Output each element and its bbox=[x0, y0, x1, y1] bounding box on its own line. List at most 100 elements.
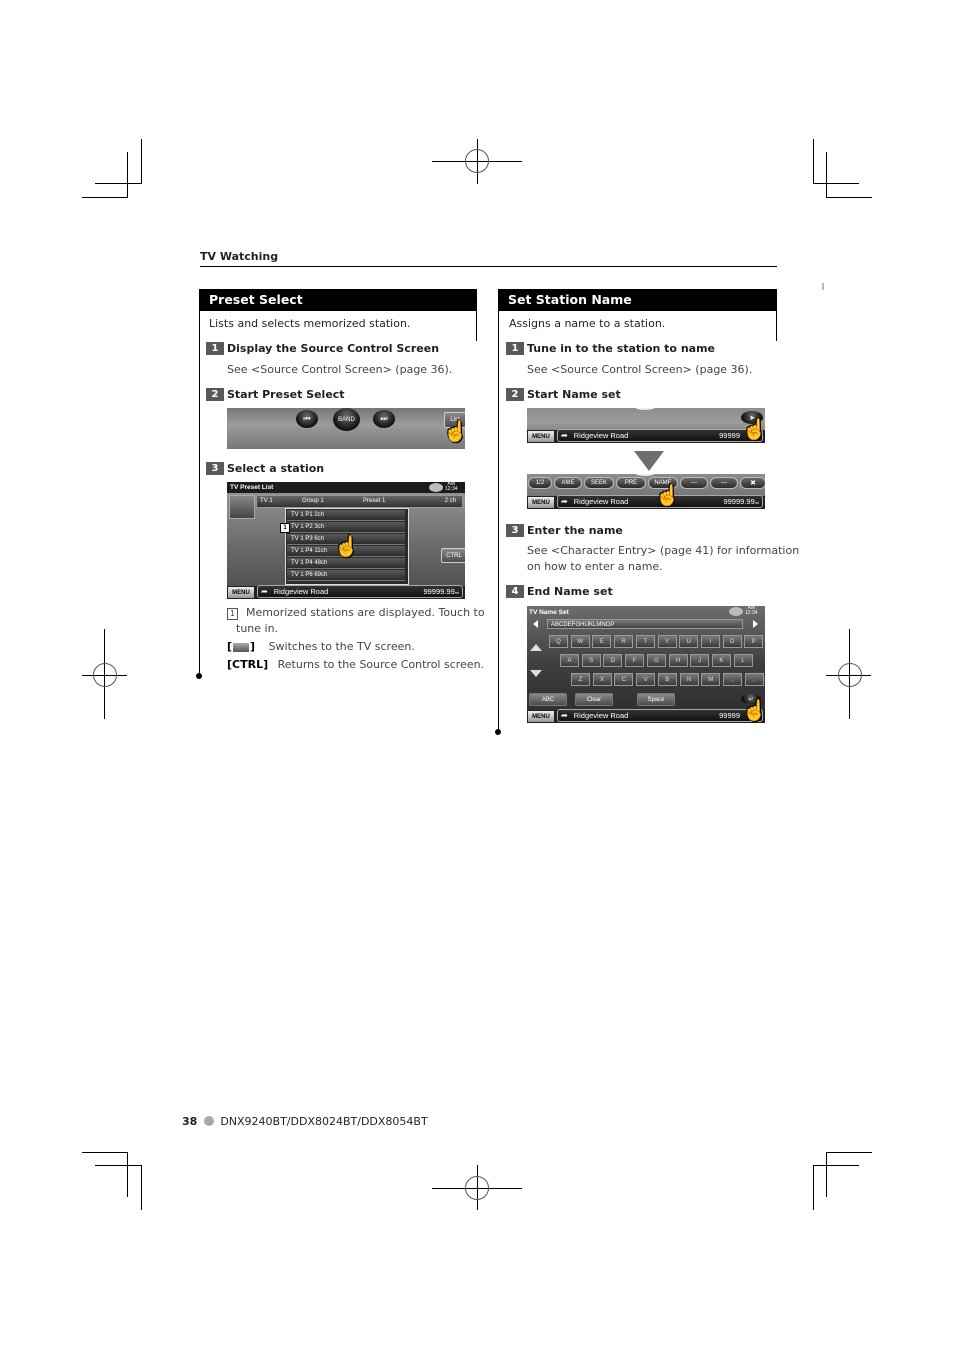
step-1-desc: See <Source Control Screen> (page 36). bbox=[227, 363, 453, 376]
step-number: 4 bbox=[506, 585, 524, 598]
key-h[interactable]: H bbox=[668, 654, 688, 667]
name-input[interactable]: ABCDEFGHIJKLMNOP bbox=[547, 619, 743, 629]
status-icon bbox=[429, 483, 443, 492]
step-number: 2 bbox=[506, 388, 524, 401]
info-bar: TV 1 Group 1 Preset 1 2 ch bbox=[256, 495, 463, 508]
blank-button[interactable]: — bbox=[680, 477, 708, 489]
key-p[interactable]: P bbox=[744, 635, 764, 648]
page-toggle-button[interactable]: 1/2 bbox=[528, 477, 552, 489]
nav-road-bar: ➦ Ridgeview Road 99999 bbox=[557, 429, 763, 442]
key-u[interactable]: U bbox=[679, 635, 699, 648]
touch-hand-icon: ☝ bbox=[655, 485, 680, 507]
key-e[interactable]: E bbox=[592, 635, 612, 648]
distance: 99999.99 bbox=[423, 587, 455, 596]
seek-button[interactable]: SEEK bbox=[584, 477, 614, 489]
step-4: 4 End Name set bbox=[506, 585, 613, 598]
ctrl-button[interactable]: CTRL bbox=[441, 548, 465, 563]
column-end-dot bbox=[495, 729, 501, 735]
note-tv-screen: [] Switches to the TV screen. bbox=[227, 640, 415, 653]
key-q[interactable]: Q bbox=[549, 635, 568, 648]
cursor-right-icon[interactable] bbox=[753, 620, 758, 628]
preset-item[interactable]: TV 1 P6 69ch bbox=[287, 570, 405, 581]
turn-arrow-icon: ➦ bbox=[261, 587, 268, 596]
preset-item[interactable]: TV 1 P2 3ch bbox=[287, 522, 405, 533]
preset-list-screenshot: TV Preset List AM 12:34 TV 1 Group 1 Pre… bbox=[227, 482, 465, 599]
touch-hand-icon: ☝ bbox=[443, 421, 465, 443]
name-set-screenshot: TV Name Set AM 12:34 ABCDEFGHIJKLMNOP QW… bbox=[527, 606, 765, 723]
screen-title: TV Name Set bbox=[529, 609, 569, 616]
blank-button[interactable]: — bbox=[710, 477, 738, 489]
footer: 38 DNX9240BT/DDX8024BT/DDX8054BT bbox=[182, 1115, 428, 1128]
key-n[interactable]: N bbox=[679, 673, 699, 686]
tv-screen-button[interactable] bbox=[229, 495, 255, 519]
key-j[interactable]: J bbox=[690, 654, 710, 667]
note-ctrl: [CTRL] Returns to the Source Control scr… bbox=[227, 658, 485, 671]
key-t[interactable]: T bbox=[635, 635, 655, 648]
band-button[interactable]: BAND bbox=[333, 408, 360, 431]
key-y[interactable]: Y bbox=[657, 635, 677, 648]
key-z[interactable]: Z bbox=[571, 673, 590, 686]
key-k[interactable]: K bbox=[711, 654, 731, 667]
bullet-icon bbox=[203, 1116, 214, 1126]
key-d[interactable]: D bbox=[603, 654, 623, 667]
step-3: 3 Select a station bbox=[206, 462, 324, 475]
cursor-left-icon[interactable] bbox=[533, 620, 538, 628]
key-c[interactable]: C bbox=[614, 673, 634, 686]
down-arrow-icon bbox=[634, 451, 664, 471]
key-g[interactable]: G bbox=[646, 654, 666, 667]
note-callout-1-cont: tune in. bbox=[236, 622, 279, 635]
step-number: 1 bbox=[206, 342, 224, 355]
menu-button[interactable]: MENU bbox=[528, 431, 554, 442]
key-s[interactable]: S bbox=[581, 654, 601, 667]
key-comma[interactable]: , bbox=[722, 673, 742, 686]
touch-hand-icon: ☝ bbox=[742, 700, 765, 722]
column-end-dot bbox=[196, 673, 202, 679]
key-period[interactable]: . bbox=[744, 673, 764, 686]
column-rule-right bbox=[498, 289, 499, 732]
menu-button[interactable]: MENU bbox=[528, 497, 554, 508]
key-x[interactable]: X bbox=[592, 673, 612, 686]
skip-back-icon[interactable]: ⏮ bbox=[296, 410, 318, 428]
key-l[interactable]: L bbox=[733, 654, 753, 667]
step-title: Display the Source Control Screen bbox=[227, 342, 440, 355]
set-station-name-heading: Set Station Name bbox=[499, 289, 777, 311]
menu-button[interactable]: MENU bbox=[228, 587, 254, 598]
clock: AM 12:34 bbox=[745, 606, 758, 616]
step-3-desc-cont: on how to enter a name. bbox=[527, 560, 663, 573]
skip-forward-icon[interactable]: ⏭ bbox=[373, 410, 395, 428]
step-title: Start Preset Select bbox=[227, 388, 345, 401]
scroll-up-icon[interactable] bbox=[530, 644, 542, 651]
key-r[interactable]: R bbox=[614, 635, 634, 648]
pre-button[interactable]: PRE bbox=[616, 477, 646, 489]
step-number: 2 bbox=[206, 388, 224, 401]
step-title: Start Name set bbox=[527, 388, 621, 401]
close-icon[interactable]: ✖ bbox=[740, 477, 765, 489]
ame-button[interactable]: AME bbox=[554, 477, 582, 489]
key-i[interactable]: I bbox=[700, 635, 720, 648]
key-b[interactable]: B bbox=[657, 673, 677, 686]
space-button[interactable]: Space bbox=[637, 693, 675, 706]
tv-screen-icon bbox=[233, 642, 250, 652]
key-a[interactable]: A bbox=[560, 654, 579, 667]
abc-button[interactable]: ABC bbox=[529, 693, 567, 706]
step-title: Enter the name bbox=[527, 524, 623, 537]
model-names: DNX9240BT/DDX8024BT/DDX8054BT bbox=[220, 1115, 428, 1128]
key-f[interactable]: F bbox=[625, 654, 645, 667]
key-v[interactable]: V bbox=[636, 673, 656, 686]
header-rule bbox=[200, 266, 777, 267]
key-w[interactable]: W bbox=[570, 635, 590, 648]
distance: 99999.99 bbox=[723, 497, 755, 506]
key-m[interactable]: M bbox=[701, 673, 721, 686]
distance: 99999 bbox=[719, 431, 740, 440]
heading-rule-right bbox=[776, 311, 777, 341]
source-control-screenshot: ⏮ BAND ⏭ List ☝ bbox=[227, 408, 465, 449]
scroll-down-icon[interactable] bbox=[530, 670, 542, 677]
turn-arrow-icon: ➦ bbox=[561, 431, 568, 440]
clear-button[interactable]: Clear bbox=[575, 693, 613, 706]
step-number: 3 bbox=[206, 462, 224, 475]
step-3-desc: See <Character Entry> (page 41) for info… bbox=[527, 544, 800, 557]
key-o[interactable]: O bbox=[722, 635, 742, 648]
preset-item[interactable]: TV 1 P4 48ch bbox=[287, 558, 405, 569]
menu-button[interactable]: MENU bbox=[528, 711, 554, 722]
preset-item[interactable]: TV 1 P1 2ch bbox=[287, 510, 405, 521]
